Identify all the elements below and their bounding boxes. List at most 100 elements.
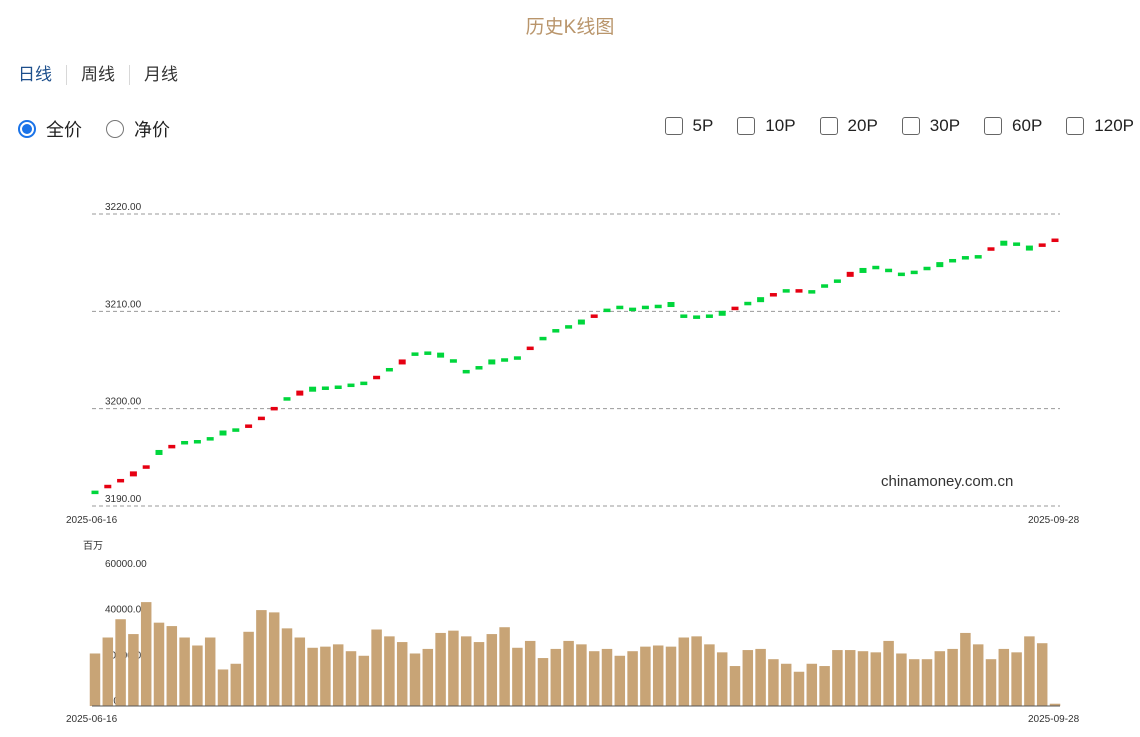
volume-bar [192,645,203,706]
candle [1051,238,1059,243]
candle [987,247,995,251]
candle [501,358,509,362]
volume-bar [460,636,472,706]
candle [270,406,278,411]
volume-bar [678,637,690,706]
candle [539,336,547,341]
volume-x-start-label: 2025-06-16 [66,714,118,725]
volume-bar [486,634,498,706]
candle [283,397,291,401]
volume-bar [998,648,1010,706]
volume-bar [422,648,434,706]
candle [1013,242,1021,246]
candle [488,359,496,365]
volume-bar [601,648,613,706]
candle [961,256,969,260]
volume-bar [640,646,651,706]
volume-bar [512,647,523,706]
volume-bar [294,637,306,706]
candle [885,268,893,273]
volume-bar [499,627,510,706]
kline-x-start-label: 2025-06-16 [66,515,118,526]
volume-bar [243,631,254,706]
candle [936,262,944,268]
volume-bar [716,652,728,706]
candle [437,352,445,358]
candle [475,366,483,370]
volume-bar [320,646,331,706]
candle [821,284,829,288]
candle [731,306,739,311]
volume-bar [563,640,574,706]
volume-bar [89,653,101,706]
volume-bar [409,653,421,706]
candle [360,381,368,386]
volume-bar [857,651,869,706]
volume-bar [473,642,485,706]
candle [693,315,701,319]
candle [117,478,125,483]
volume-bar [396,642,408,706]
candle [705,314,713,318]
candle [257,416,265,421]
volume-bar [281,628,293,706]
candle [513,356,521,360]
volume-bar [1011,652,1022,706]
volume-bar [896,653,907,706]
volume-bar [371,629,382,706]
candle [462,369,470,374]
kline-grid: 3190.00 3200.00 3210.00 3220.00 [92,202,1060,507]
candle [782,289,790,293]
candle [744,301,752,306]
watermark: chinamoney.com.cn [881,473,1013,490]
volume-bar [166,626,178,706]
candle [449,359,457,363]
volume-bar [204,637,216,706]
candle [334,385,342,390]
candle [181,440,189,445]
volume-bar [960,632,971,706]
kline-candles [91,238,1059,495]
candle [897,272,905,277]
volume-bar [704,644,715,706]
candle [232,428,240,432]
volume-bar [140,602,152,706]
candle [654,304,662,309]
kline-y-tick-label: 3210.00 [105,299,142,310]
volume-bar [806,663,818,706]
volume-bar [345,651,357,706]
candle [219,430,227,436]
candle [424,351,432,355]
kline-y-tick-label: 3200.00 [105,397,142,408]
candle [1025,245,1033,251]
volume-bar [550,648,562,706]
candle [859,267,867,273]
volume-bar [1024,636,1035,706]
volume-y-tick-label: 60000.00 [105,559,147,570]
volume-bar [435,632,446,706]
volume-bar [332,644,344,706]
kline-y-tick-label: 3190.00 [105,494,142,505]
candle [347,383,355,388]
candle [808,290,816,294]
candle [974,255,982,259]
candle [629,307,637,312]
volume-bar [115,619,126,706]
volume-bar [755,648,766,706]
volume-bar [691,636,702,706]
volume-bar [883,640,894,706]
volume-bar [614,655,626,706]
volume-x-end-label: 2025-09-28 [1028,714,1080,725]
candle [603,308,611,313]
candle [206,437,214,441]
volume-bar [627,651,638,706]
volume-unit-label: 百万 [83,540,103,552]
volume-bar [819,666,830,706]
volume-bar [921,659,933,706]
candle [411,352,419,356]
candle [577,319,585,325]
candle [526,346,534,351]
candle [245,424,253,428]
volume-bar [652,645,664,706]
candle [923,266,931,271]
